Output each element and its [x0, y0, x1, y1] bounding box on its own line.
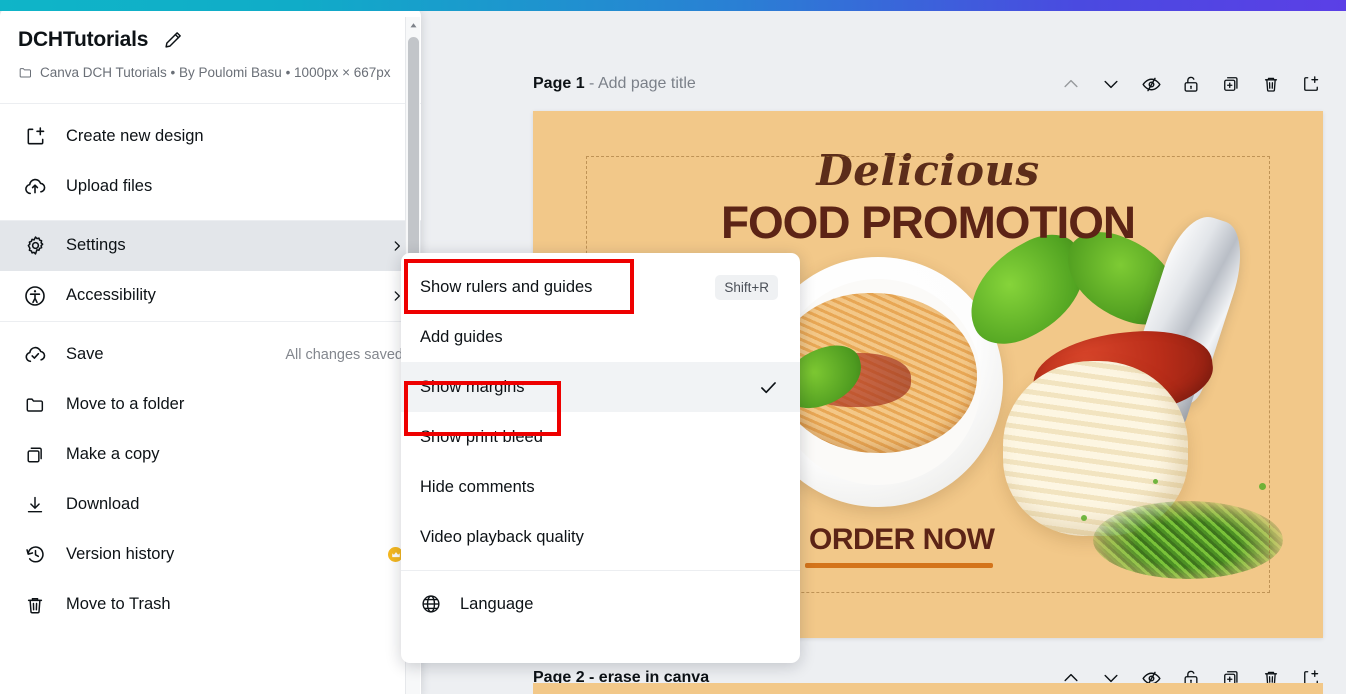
page-1-label: Page 1 [533, 75, 585, 92]
pencil-icon[interactable] [162, 29, 184, 51]
design-title[interactable]: DCHTutorials [18, 28, 148, 52]
page-1-header: Page 1 - Add page title [533, 68, 1323, 100]
sidebar-item-settings[interactable]: Settings [0, 220, 421, 271]
globe-icon [420, 593, 442, 615]
menu-item-hide-comments[interactable]: Hide comments [401, 462, 800, 512]
page-1-toolbar [1059, 72, 1323, 96]
move-page-up-icon[interactable] [1059, 72, 1083, 96]
menu-item-label: Show margins [420, 377, 525, 396]
sidebar-item-create-new-design[interactable]: Create new design [0, 112, 421, 162]
submenu-divider [401, 570, 800, 571]
sidebar-item-label: Move to Trash [66, 595, 171, 614]
scrollbar-up-arrow-icon[interactable] [406, 17, 421, 34]
page-1-placeholder: - Add page title [589, 75, 696, 92]
menu-item-add-guides[interactable]: Add guides [401, 312, 800, 362]
sidebar-item-label: Make a copy [66, 445, 160, 464]
menu-item-language[interactable]: Language [401, 579, 800, 629]
folder-icon [18, 65, 33, 87]
design-menu-panel: DCHTutorials Canva DCH Tutorials • By Po… [0, 8, 421, 694]
save-cloud-check-icon [22, 342, 48, 368]
page-1-title[interactable]: Page 1 - Add page title [533, 75, 1059, 93]
trash-icon [22, 592, 48, 618]
checkmark-icon [758, 377, 778, 397]
accessibility-icon [22, 283, 48, 309]
gear-icon [22, 233, 48, 259]
sidebar-item-label: Upload files [66, 177, 153, 196]
menu-item-video-playback-quality[interactable]: Video playback quality [401, 512, 800, 562]
sidebar-group-create: Create new design Upload files [0, 104, 421, 220]
menu-item-show-rulers-and-guides[interactable]: Show rulers and guides Shift+R [401, 262, 800, 312]
design-meta: Canva DCH Tutorials • By Poulomi Basu • … [18, 63, 399, 87]
sidebar-item-version-history[interactable]: Version history [0, 530, 421, 580]
duplicate-page-icon[interactable] [1219, 72, 1243, 96]
menu-item-show-margins[interactable]: Show margins [401, 362, 800, 412]
sidebar-item-make-a-copy[interactable]: Make a copy [0, 430, 421, 480]
history-icon [22, 542, 48, 568]
menu-item-label: Hide comments [420, 477, 535, 496]
menu-item-label: Add guides [420, 327, 503, 346]
download-icon [22, 492, 48, 518]
app-gradient-bar [0, 0, 1346, 11]
sidebar-item-upload-files[interactable]: Upload files [0, 162, 421, 212]
sidebar-item-move-to-a-folder[interactable]: Move to a folder [0, 380, 421, 430]
sidebar-item-label: Download [66, 495, 140, 514]
sidebar-item-label: Create new design [66, 127, 204, 146]
menu-item-label: Video playback quality [420, 527, 584, 546]
lock-page-icon[interactable] [1179, 72, 1203, 96]
save-status-text: All changes saved [285, 346, 403, 363]
sidebar-item-label: Version history [66, 545, 175, 564]
menu-item-show-print-bleed[interactable]: Show print bleed [401, 412, 800, 462]
delete-page-icon[interactable] [1259, 72, 1283, 96]
hide-page-icon[interactable] [1139, 72, 1163, 96]
move-page-down-icon[interactable] [1099, 72, 1123, 96]
design-meta-text: Canva DCH Tutorials • By Poulomi Basu • … [40, 65, 391, 80]
menu-item-label: Show rulers and guides [420, 277, 593, 296]
menu-item-label: Show print bleed [420, 427, 543, 446]
settings-submenu: Show rulers and guides Shift+R Add guide… [401, 253, 800, 663]
folder-icon [22, 392, 48, 418]
sidebar-item-save[interactable]: Save All changes saved [0, 330, 421, 380]
sidebar-item-download[interactable]: Download [0, 480, 421, 530]
sidebar-group-file: Save All changes saved Move to a folder … [0, 322, 421, 638]
design-header: DCHTutorials Canva DCH Tutorials • By Po… [0, 8, 421, 104]
design-canvas-page-2[interactable] [533, 683, 1323, 694]
sidebar-group-settings: Settings Accessibility [0, 220, 421, 321]
sidebar-item-label: Save [66, 345, 104, 364]
sidebar-item-move-to-trash[interactable]: Move to Trash [0, 580, 421, 630]
create-new-design-icon [22, 124, 48, 150]
sidebar-item-label: Accessibility [66, 286, 156, 305]
copy-icon [22, 442, 48, 468]
sidebar-item-accessibility[interactable]: Accessibility [0, 271, 421, 321]
sidebar-item-label: Settings [66, 236, 126, 255]
chevron-right-icon [390, 239, 403, 252]
menu-item-label: Language [460, 594, 534, 613]
sidebar-item-label: Move to a folder [66, 395, 185, 414]
add-page-icon[interactable] [1299, 72, 1323, 96]
upload-cloud-icon [22, 174, 48, 200]
keyboard-shortcut-badge: Shift+R [715, 274, 778, 300]
